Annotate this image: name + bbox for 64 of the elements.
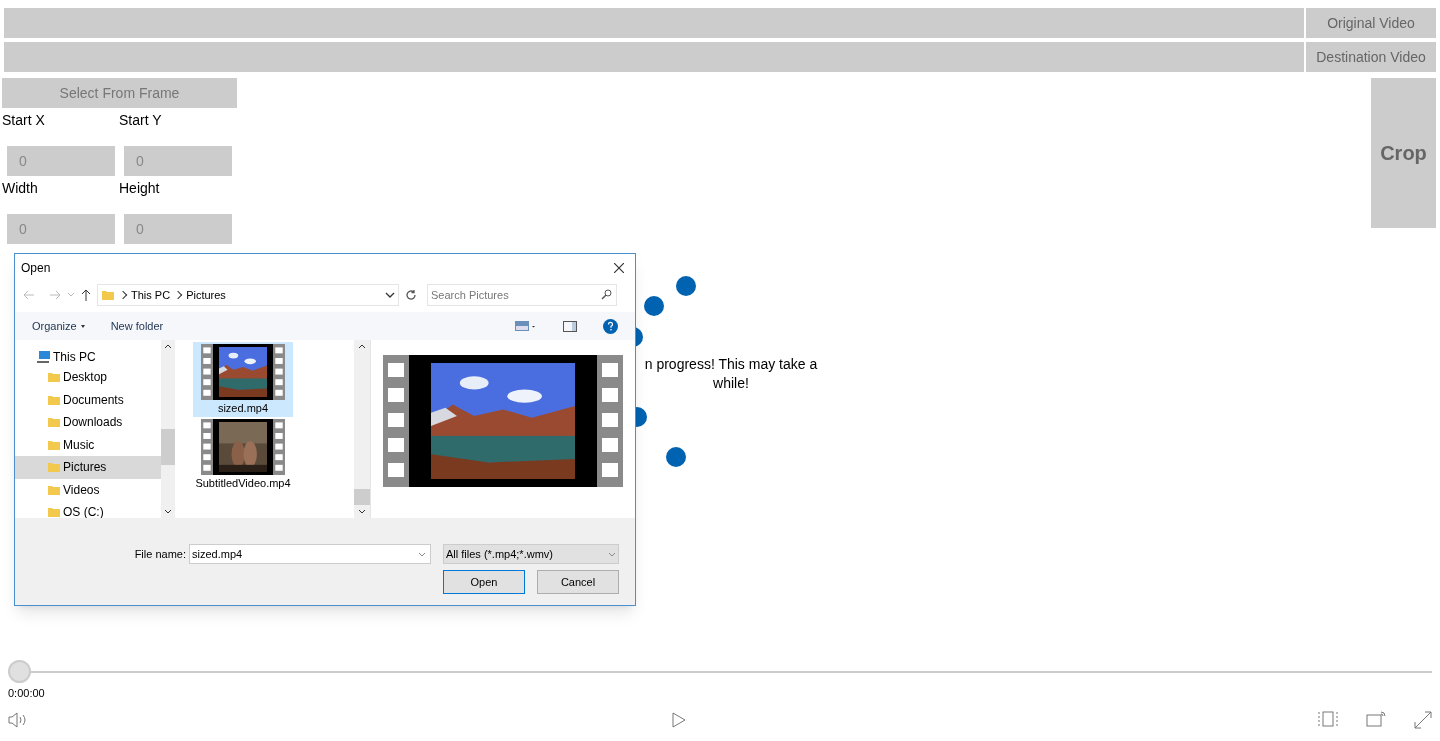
- seek-thumb[interactable]: [8, 660, 31, 683]
- tree-item[interactable]: Desktop: [15, 366, 161, 389]
- aspect-ratio-icon[interactable]: [1318, 711, 1338, 727]
- tree-item[interactable]: Videos: [15, 478, 161, 501]
- scroll-down-icon[interactable]: [164, 509, 172, 514]
- dialog-button[interactable]: Cancel: [537, 570, 619, 594]
- search-icon: [601, 289, 612, 300]
- dropdown-caret-icon: [608, 551, 616, 557]
- help-icon[interactable]: [603, 318, 618, 334]
- breadcrumb-item[interactable]: Pictures: [186, 286, 226, 304]
- tree-item[interactable]: Pictures: [15, 456, 161, 479]
- computer-icon: [37, 351, 51, 363]
- breadcrumb-item[interactable]: This PC: [131, 286, 171, 304]
- scroll-down-icon[interactable]: [358, 509, 366, 514]
- tree-item[interactable]: This PC: [15, 348, 161, 366]
- scroll-up-icon[interactable]: [358, 344, 366, 349]
- refresh-icon[interactable]: [405, 289, 417, 301]
- scrollbar-thumb[interactable]: [161, 429, 175, 465]
- scroll-up-icon[interactable]: [164, 344, 172, 349]
- forward-arrow-icon[interactable]: [49, 290, 61, 300]
- address-bar[interactable]: This PC Pictures: [97, 284, 399, 306]
- video-button[interactable]: Original Video: [1306, 8, 1436, 38]
- tree-item[interactable]: Music: [15, 433, 161, 456]
- dialog-button[interactable]: Open: [443, 570, 525, 594]
- cast-icon[interactable]: [1366, 711, 1386, 727]
- tree-item[interactable]: OS (C:): [15, 501, 161, 518]
- crop-button[interactable]: Crop: [1371, 78, 1436, 228]
- field-label: Width: [2, 179, 39, 198]
- file-name-field[interactable]: sized.mp4: [189, 544, 431, 564]
- preview-pane-icon[interactable]: [563, 320, 577, 332]
- file-item[interactable]: SubtitledVideo.mp4: [193, 417, 293, 492]
- search-field[interactable]: Search Pictures: [427, 284, 617, 306]
- caret-icon: [80, 324, 85, 328]
- folder-icon: [101, 288, 115, 302]
- dialog-title: Open: [21, 260, 51, 277]
- dropdown-caret-icon[interactable]: [385, 292, 395, 298]
- seek-slider[interactable]: [8, 660, 1432, 683]
- new-folder-button[interactable]: New folder: [110, 317, 164, 335]
- organize-button[interactable]: Organize: [32, 317, 85, 335]
- view-options-icon[interactable]: [515, 321, 537, 331]
- film-sprockets-drawing: [273, 344, 285, 400]
- fullscreen-icon[interactable]: [1414, 711, 1432, 729]
- up-arrow-icon[interactable]: [81, 289, 91, 301]
- field-label: Height: [119, 179, 161, 198]
- file-name-label: File name:: [134, 546, 186, 562]
- file-item[interactable]: sized.mp4: [193, 342, 293, 417]
- time-label: 0:00:00: [8, 686, 46, 701]
- tree-item[interactable]: Downloads: [15, 411, 161, 434]
- progress-message: n progress! This may take a while!: [643, 355, 819, 393]
- field-label: Start X: [2, 111, 46, 130]
- close-icon: [614, 263, 624, 273]
- folder-icon: [47, 460, 61, 475]
- scrollbar-thumb[interactable]: [354, 489, 370, 505]
- folder-icon: [47, 415, 61, 430]
- file-type-dropdown[interactable]: All files (*.mp4;*.wmv): [443, 544, 619, 564]
- play-icon[interactable]: [672, 712, 686, 728]
- video-button[interactable]: Destination Video: [1306, 42, 1436, 72]
- back-arrow-icon[interactable]: [23, 290, 35, 300]
- folder-icon: [47, 370, 61, 385]
- film-sprockets-drawing: [201, 344, 213, 400]
- film-sprockets-drawing: [273, 419, 285, 475]
- tree-item[interactable]: Documents: [15, 388, 161, 411]
- film-sprockets-drawing: [201, 419, 213, 475]
- field-label: Start Y: [119, 111, 163, 130]
